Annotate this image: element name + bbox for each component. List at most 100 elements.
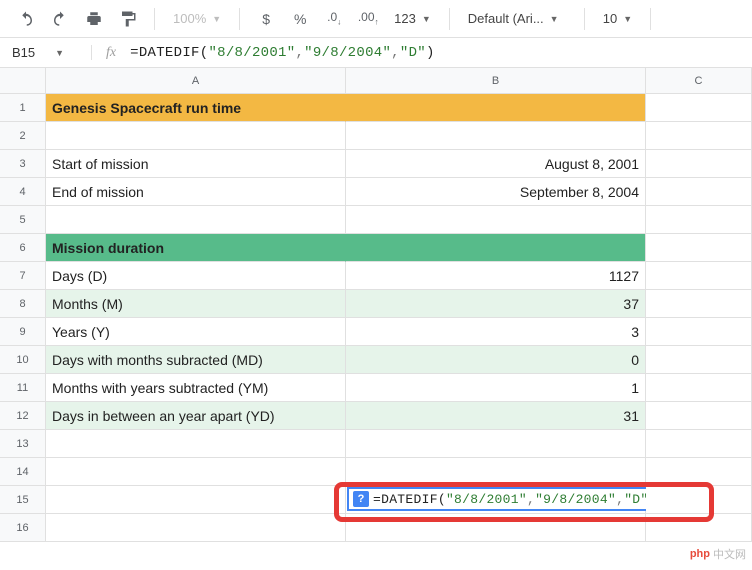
row-header[interactable]: 5: [0, 206, 46, 234]
cell-b12[interactable]: 31: [346, 402, 646, 430]
separator: [449, 8, 450, 30]
row-header[interactable]: 14: [0, 458, 46, 486]
cell-a15[interactable]: [46, 486, 346, 514]
cell-a8[interactable]: Months (M): [46, 290, 346, 318]
cell-c10[interactable]: [646, 346, 752, 374]
corner-cell[interactable]: [0, 68, 46, 94]
chevron-down-icon: ▼: [623, 14, 632, 24]
cell-b6[interactable]: [346, 234, 646, 262]
row-header[interactable]: 3: [0, 150, 46, 178]
row-header[interactable]: 6: [0, 234, 46, 262]
chevron-down-icon: ▼: [212, 14, 221, 24]
spreadsheet-grid[interactable]: A B C 1 Genesis Spacecraft run time 2 3 …: [0, 68, 752, 542]
increase-decimal-button[interactable]: .00↑: [354, 5, 382, 33]
cell-c7[interactable]: [646, 262, 752, 290]
chevron-down-icon: ▼: [422, 14, 431, 24]
cell-c3[interactable]: [646, 150, 752, 178]
decrease-decimal-button[interactable]: .0↓: [320, 5, 348, 33]
row-header[interactable]: 9: [0, 318, 46, 346]
cell-a5[interactable]: [46, 206, 346, 234]
cell-c12[interactable]: [646, 402, 752, 430]
cell-b14[interactable]: [346, 458, 646, 486]
cell-a6[interactable]: Mission duration: [46, 234, 346, 262]
row-header[interactable]: 8: [0, 290, 46, 318]
row-header[interactable]: 11: [0, 374, 46, 402]
cell-b11[interactable]: 1: [346, 374, 646, 402]
row-header[interactable]: 10: [0, 346, 46, 374]
formula-help-icon[interactable]: ?: [353, 491, 369, 507]
row-header[interactable]: 7: [0, 262, 46, 290]
cell-b10[interactable]: 0: [346, 346, 646, 374]
paint-format-button[interactable]: [114, 5, 142, 33]
redo-button[interactable]: [46, 5, 74, 33]
row-header[interactable]: 16: [0, 514, 46, 542]
chevron-down-icon: ▼: [55, 48, 64, 58]
row-header[interactable]: 4: [0, 178, 46, 206]
cell-b7[interactable]: 1127: [346, 262, 646, 290]
cell-c1[interactable]: [646, 94, 752, 122]
cell-c2[interactable]: [646, 122, 752, 150]
percent-button[interactable]: %: [286, 5, 314, 33]
cell-c13[interactable]: [646, 430, 752, 458]
cell-a1[interactable]: Genesis Spacecraft run time: [46, 94, 346, 122]
cell-ref-value: B15: [12, 45, 35, 60]
cell-a10[interactable]: Days with months subracted (MD): [46, 346, 346, 374]
undo-button[interactable]: [12, 5, 40, 33]
cell-a13[interactable]: [46, 430, 346, 458]
cell-c8[interactable]: [646, 290, 752, 318]
cell-a14[interactable]: [46, 458, 346, 486]
row-header[interactable]: 2: [0, 122, 46, 150]
formula-arg2: "9/8/2004": [304, 45, 391, 61]
font-size-dropdown[interactable]: 10 ▼: [597, 11, 638, 26]
cell-b9[interactable]: 3: [346, 318, 646, 346]
fontsize-value: 10: [603, 11, 617, 26]
separator: [584, 8, 585, 30]
cell-c5[interactable]: [646, 206, 752, 234]
cell-c15[interactable]: [646, 486, 752, 514]
cell-b15[interactable]: ? =DATEDIF("8/8/2001","9/8/2004","D"): [346, 486, 646, 514]
cell-b5[interactable]: [346, 206, 646, 234]
cell-a7[interactable]: Days (D): [46, 262, 346, 290]
zoom-value: 100%: [173, 11, 206, 26]
cell-c4[interactable]: [646, 178, 752, 206]
name-box[interactable]: B15 ▼: [12, 45, 92, 60]
cell-b8[interactable]: 37: [346, 290, 646, 318]
formula-arg1: "8/8/2001": [208, 45, 295, 61]
col-header-a[interactable]: A: [46, 68, 346, 94]
cell-a4[interactable]: End of mission: [46, 178, 346, 206]
row-header[interactable]: 1: [0, 94, 46, 122]
formula-input[interactable]: =DATEDIF("8/8/2001","9/8/2004","D"): [130, 45, 435, 61]
cell-a3[interactable]: Start of mission: [46, 150, 346, 178]
row-header[interactable]: 12: [0, 402, 46, 430]
cell-b3[interactable]: August 8, 2001: [346, 150, 646, 178]
cell-c14[interactable]: [646, 458, 752, 486]
font-dropdown[interactable]: Default (Ari... ▼: [462, 11, 572, 26]
cell-c11[interactable]: [646, 374, 752, 402]
cell-a12[interactable]: Days in between an year apart (YD): [46, 402, 346, 430]
currency-button[interactable]: $: [252, 5, 280, 33]
cell-b13[interactable]: [346, 430, 646, 458]
col-header-b[interactable]: B: [346, 68, 646, 94]
cell-b16[interactable]: [346, 514, 646, 542]
cell-a2[interactable]: [46, 122, 346, 150]
cell-c9[interactable]: [646, 318, 752, 346]
formula-arg3: "D": [400, 45, 426, 61]
col-header-c[interactable]: C: [646, 68, 752, 94]
cell-a11[interactable]: Months with years subtracted (YM): [46, 374, 346, 402]
cell-a16[interactable]: [46, 514, 346, 542]
zoom-dropdown[interactable]: 100% ▼: [167, 11, 227, 26]
cell-c16[interactable]: [646, 514, 752, 542]
toolbar: 100% ▼ $ % .0↓ .00↑ 123 ▼ Default (Ari..…: [0, 0, 752, 38]
separator: [239, 8, 240, 30]
number-format-dropdown[interactable]: 123 ▼: [388, 11, 437, 26]
numfmt-value: 123: [394, 11, 416, 26]
cell-a9[interactable]: Years (Y): [46, 318, 346, 346]
cell-b1[interactable]: [346, 94, 646, 122]
cell-b2[interactable]: [346, 122, 646, 150]
row-header[interactable]: 13: [0, 430, 46, 458]
separator: [154, 8, 155, 30]
cell-c6[interactable]: [646, 234, 752, 262]
row-header[interactable]: 15: [0, 486, 46, 514]
cell-b4[interactable]: September 8, 2004: [346, 178, 646, 206]
print-button[interactable]: [80, 5, 108, 33]
